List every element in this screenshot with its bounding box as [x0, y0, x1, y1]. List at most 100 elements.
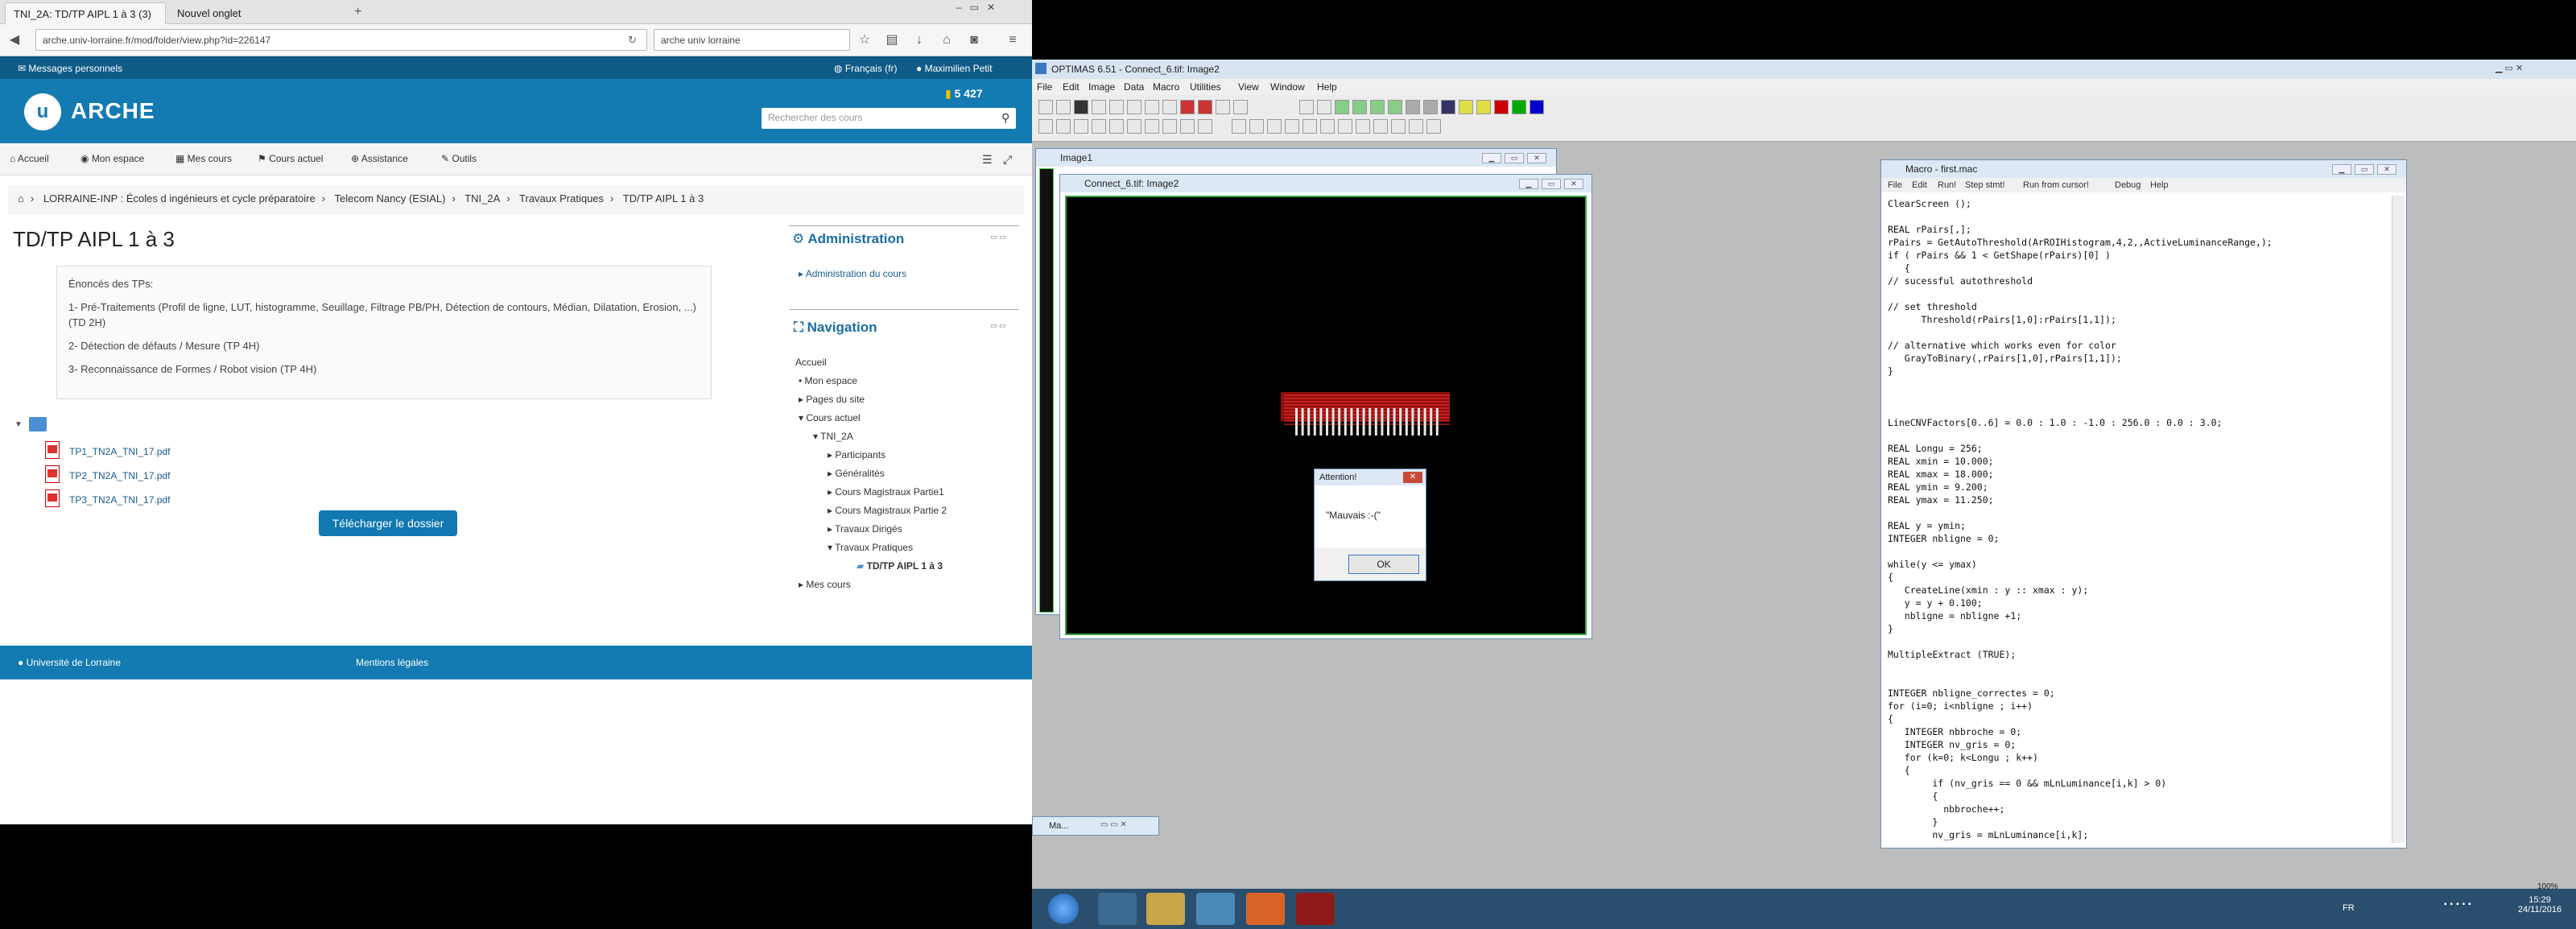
nav-item-current[interactable]: ▰ TD/TP AIPL 1 à 3	[857, 560, 943, 572]
breadcrumb-item[interactable]: TNI_2A	[464, 192, 500, 204]
block-controls-icon[interactable]: ▭ ▭	[990, 233, 1006, 242]
toolbar-button[interactable]	[1335, 100, 1349, 114]
close-icon[interactable]: ✕	[1564, 179, 1583, 189]
pocket-icon[interactable]: ◙	[966, 32, 982, 48]
macro-menu-file[interactable]: File	[1888, 180, 1902, 190]
menu-help[interactable]: Help	[1317, 81, 1337, 93]
toolbar-button[interactable]	[1198, 119, 1212, 134]
minimize-icon[interactable]: ▁	[2332, 164, 2351, 175]
course-search-input[interactable]: Rechercher des cours	[762, 108, 1016, 129]
toolbar-button[interactable]	[1317, 100, 1331, 114]
toolbar-button[interactable]	[1145, 100, 1159, 114]
toolbar-button[interactable]	[1038, 100, 1053, 114]
window-controls-icon[interactable]: ▁ ▭ ✕	[2496, 63, 2523, 73]
close-icon[interactable]: ✕	[2377, 164, 2396, 175]
menu-file[interactable]: File	[1037, 81, 1052, 93]
toolbar-button[interactable]	[1074, 119, 1088, 134]
toolbar-button[interactable]	[1356, 119, 1370, 134]
toolbar-button[interactable]	[1162, 119, 1177, 134]
new-tab-icon[interactable]: +	[354, 5, 361, 19]
macro-menu-edit[interactable]: Edit	[1912, 180, 1927, 190]
breadcrumb-item[interactable]: LORRAINE-INP : Écoles d ingénieurs et cy…	[43, 192, 316, 204]
menu-image[interactable]: Image	[1088, 81, 1115, 93]
window-controls-icon[interactable]: ‒ ▭ ✕	[956, 2, 995, 13]
vertical-scrollbar[interactable]	[2392, 196, 2405, 843]
nav-item[interactable]: ▸ Cours Magistraux Partie 2	[828, 505, 947, 516]
menu-accueil[interactable]: ⌂ Accueil	[10, 153, 49, 164]
nav-item[interactable]: Accueil	[795, 357, 827, 368]
footer-link[interactable]: ● Université de Lorraine	[18, 657, 121, 668]
block-controls-icon[interactable]: ▭ ▭	[990, 321, 1006, 330]
toolbar-button[interactable]	[1373, 119, 1388, 134]
toolbar-button[interactable]	[1338, 119, 1352, 134]
close-icon[interactable]: ✕	[1527, 153, 1546, 163]
ok-button[interactable]: OK	[1348, 555, 1419, 574]
toolbar-button[interactable]	[1127, 100, 1141, 114]
nav-item[interactable]: ▸ Pages du site	[799, 394, 865, 405]
toolbar-button[interactable]	[1074, 100, 1088, 114]
toolbar-button[interactable]	[1180, 119, 1195, 134]
toolbar-button[interactable]	[1285, 119, 1299, 134]
nav-item[interactable]: ▸ Travaux Dirigés	[828, 523, 902, 535]
toolbar-button[interactable]	[1426, 119, 1441, 134]
menu-cours-actuel[interactable]: ⚑ Cours actuel	[258, 153, 323, 164]
search-icon[interactable]: ⚲	[1001, 111, 1009, 125]
sidebar-toggle-icon[interactable]: ☰	[982, 153, 993, 167]
menu-edit[interactable]: Edit	[1063, 81, 1080, 93]
maximize-icon[interactable]: ▭	[1542, 179, 1561, 189]
messages-link[interactable]: ✉ Messages personnels	[18, 63, 122, 74]
file-link[interactable]: TP3_TN2A_TNI_17.pdf	[69, 494, 170, 506]
optimas-icon[interactable]	[1196, 893, 1235, 925]
menu-utilities[interactable]: Utilities	[1190, 81, 1221, 93]
toolbar-button[interactable]	[1409, 119, 1423, 134]
url-bar[interactable]: arche.univ-lorraine.fr/mod/folder/view.p…	[35, 29, 647, 51]
star-icon[interactable]: ☆	[857, 32, 873, 48]
toolbar-button[interactable]	[1092, 100, 1106, 114]
search-input[interactable]: arche univ lorraine	[654, 29, 850, 51]
image1-canvas[interactable]	[1039, 168, 1054, 613]
macro-menu-run-from-cursor[interactable]: Run from cursor!	[2023, 180, 2089, 190]
minimized-window[interactable]: Ma... ▭ ▭ ✕	[1032, 816, 1159, 836]
menu-icon[interactable]: ≡	[1005, 32, 1021, 48]
explorer-icon[interactable]	[1146, 893, 1185, 925]
firefox-icon[interactable]	[1246, 893, 1285, 925]
toolbar-button[interactable]	[1352, 100, 1367, 114]
footer-link[interactable]: Mentions légales	[356, 657, 428, 668]
download-icon[interactable]: ↓	[911, 32, 927, 48]
toolbar-button[interactable]	[1056, 119, 1071, 134]
toolbar-button[interactable]	[1038, 119, 1053, 134]
menu-view[interactable]: View	[1238, 81, 1259, 93]
menu-assistance[interactable]: ⊕ Assistance	[351, 153, 408, 164]
toolbar-button[interactable]	[1198, 100, 1212, 114]
toolbar-button[interactable]	[1441, 100, 1455, 114]
nav-item[interactable]: ▸ Généralités	[828, 468, 885, 479]
toolbar-button[interactable]	[1232, 119, 1246, 134]
toolbar-button[interactable]	[1459, 100, 1473, 114]
download-folder-button[interactable]: Télécharger le dossier	[319, 510, 457, 536]
toolbar-button[interactable]	[1145, 119, 1159, 134]
nav-item[interactable]: • Mon espace	[799, 375, 857, 386]
toolbar-button[interactable]	[1233, 100, 1248, 114]
breadcrumb-item[interactable]: Travaux Pratiques	[519, 192, 604, 204]
toolbar-button[interactable]	[1302, 119, 1317, 134]
nav-item[interactable]: ▾ Cours actuel	[799, 412, 861, 423]
breadcrumb-item[interactable]: Telecom Nancy (ESIAL)	[334, 192, 445, 204]
home-icon[interactable]: ⌂	[939, 32, 955, 48]
tray-icons[interactable]: ▪▪▪▪▪	[2444, 900, 2475, 909]
toolbar-button[interactable]	[1216, 100, 1230, 114]
acrobat-icon[interactable]	[1296, 893, 1335, 925]
macro-menu-debug[interactable]: Debug	[2115, 180, 2140, 190]
menu-mes-cours[interactable]: ▦ Mes cours	[175, 153, 232, 164]
admin-item[interactable]: ▸ Administration du cours	[799, 268, 906, 279]
toolbar-button[interactable]	[1092, 119, 1106, 134]
ie-icon[interactable]	[1098, 893, 1137, 925]
toolbar-button[interactable]	[1299, 100, 1314, 114]
nav-item[interactable]: ▸ Cours Magistraux Partie1	[828, 486, 944, 498]
toolbar-button[interactable]	[1512, 100, 1526, 114]
macro-editor[interactable]: ClearScreen (); REAL rPairs[,]; rPairs =…	[1888, 197, 2387, 841]
collapse-icon[interactable]: ▼	[14, 420, 23, 429]
toolbar-button[interactable]	[1127, 119, 1141, 134]
toolbar-button[interactable]	[1388, 100, 1402, 114]
file-link[interactable]: TP2_TN2A_TNI_17.pdf	[69, 470, 170, 481]
toolbar-button[interactable]	[1494, 100, 1509, 114]
